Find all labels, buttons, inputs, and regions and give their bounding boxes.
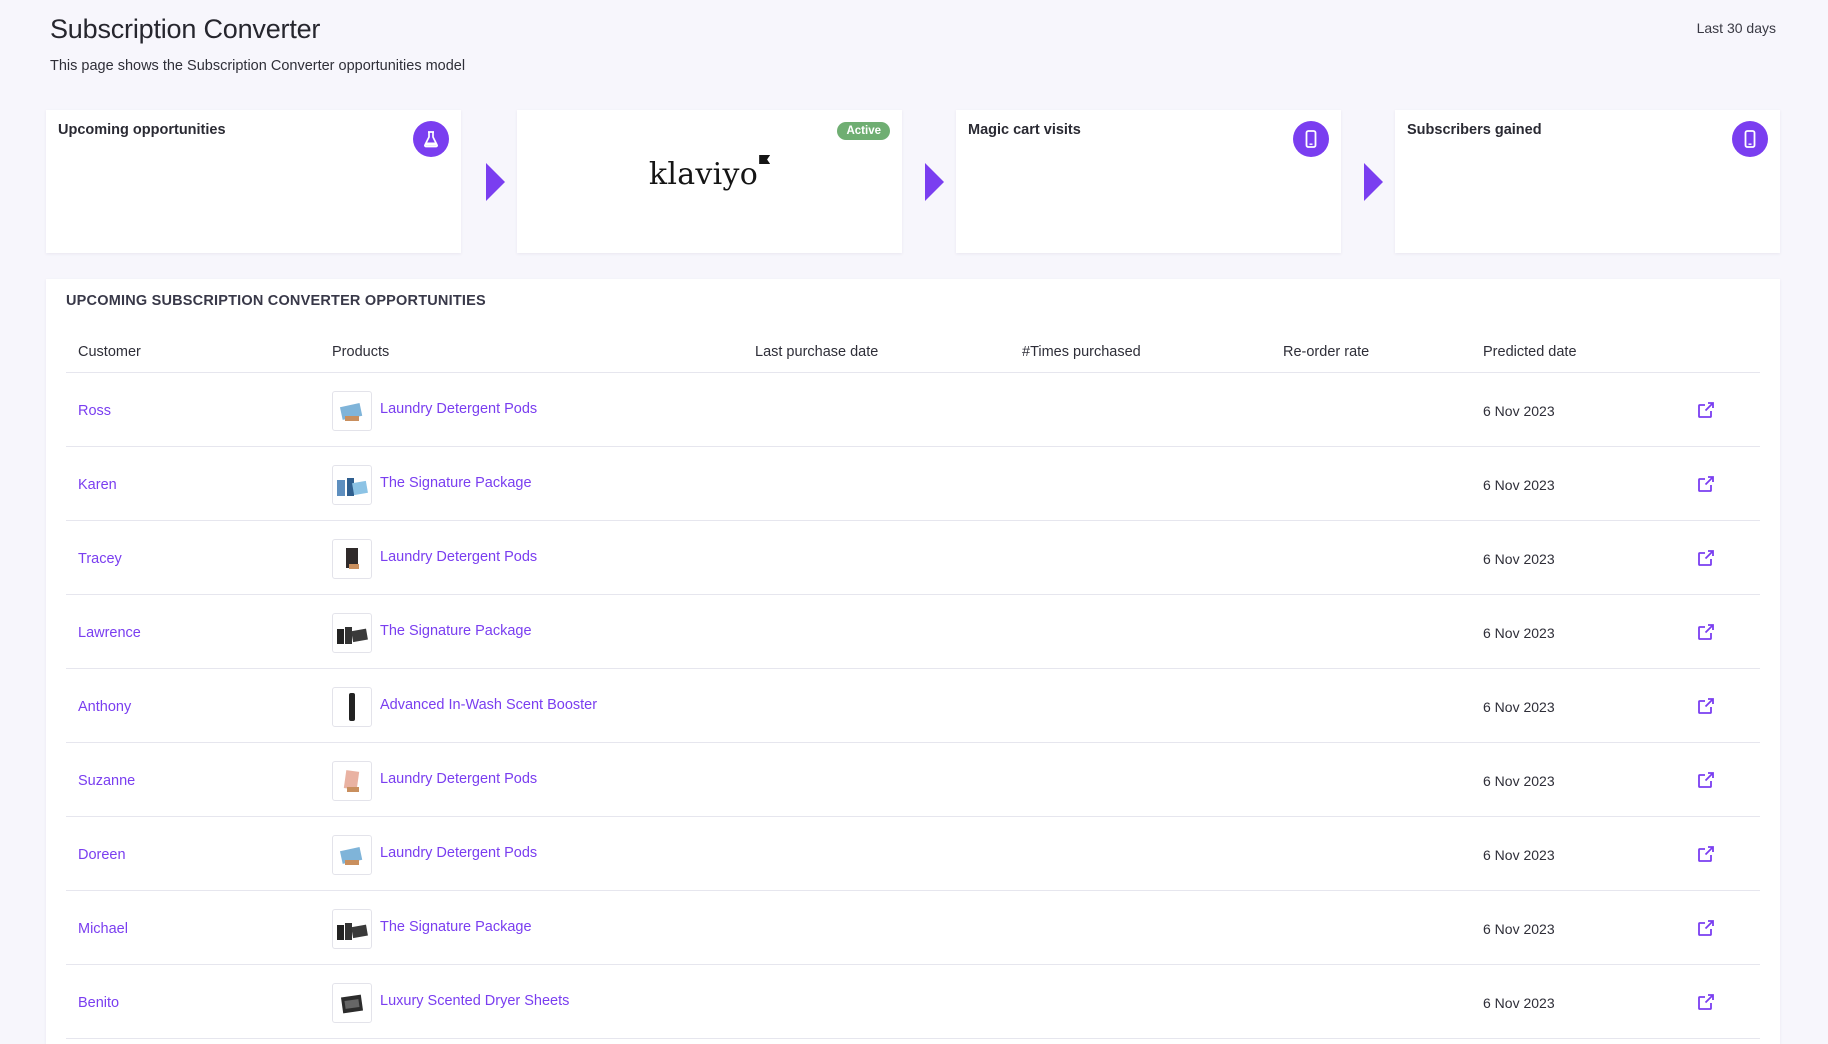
table-row: Benito Luxury Scented Dryer Sheets 6 Nov… bbox=[66, 965, 1760, 1039]
external-link-icon[interactable] bbox=[1697, 697, 1715, 715]
table-row: Ross Laundry Detergent Pods 6 Nov 2023 bbox=[66, 373, 1760, 447]
product-link[interactable]: The Signature Package bbox=[380, 919, 532, 935]
product-thumbnail bbox=[332, 835, 372, 875]
customer-link[interactable]: Doreen bbox=[78, 847, 126, 863]
card-title: Subscribers gained bbox=[1407, 122, 1542, 138]
mobile-icon bbox=[1293, 121, 1329, 157]
product-link[interactable]: Laundry Detergent Pods bbox=[380, 771, 537, 787]
product-link[interactable]: The Signature Package bbox=[380, 475, 532, 491]
date-range-selector[interactable]: Last 30 days bbox=[1697, 20, 1776, 36]
column-header-reorder-rate[interactable]: Re-order rate bbox=[1283, 344, 1369, 360]
product-link[interactable]: Luxury Scented Dryer Sheets bbox=[380, 993, 569, 1009]
customer-link[interactable]: Tracey bbox=[78, 551, 122, 567]
section-title: UPCOMING SUBSCRIPTION CONVERTER OPPORTUN… bbox=[66, 293, 486, 309]
external-link-icon[interactable] bbox=[1697, 623, 1715, 641]
customer-link[interactable]: Anthony bbox=[78, 699, 131, 715]
predicted-date: 6 Nov 2023 bbox=[1483, 921, 1555, 937]
predicted-date: 6 Nov 2023 bbox=[1483, 403, 1555, 419]
flow-arrow-icon bbox=[486, 163, 505, 201]
customer-link[interactable]: Lawrence bbox=[78, 625, 141, 641]
page-subtitle: This page shows the Subscription Convert… bbox=[50, 58, 466, 74]
opportunities-panel: UPCOMING SUBSCRIPTION CONVERTER OPPORTUN… bbox=[46, 279, 1780, 1044]
table-row: Suzanne Laundry Detergent Pods 6 Nov 202… bbox=[66, 743, 1760, 817]
klaviyo-integration-card[interactable]: Active klaviyo bbox=[517, 110, 902, 253]
external-link-icon[interactable] bbox=[1697, 475, 1715, 493]
mobile-icon bbox=[1732, 121, 1768, 157]
flask-icon bbox=[413, 121, 449, 157]
product-thumbnail bbox=[332, 761, 372, 801]
product-thumbnail bbox=[332, 539, 372, 579]
column-header-products[interactable]: Products bbox=[332, 344, 389, 360]
product-thumbnail bbox=[332, 465, 372, 505]
table-row: Michael The Signature Package 6 Nov 2023 bbox=[66, 891, 1760, 965]
product-thumbnail bbox=[332, 909, 372, 949]
product-link[interactable]: Laundry Detergent Pods bbox=[380, 845, 537, 861]
product-thumbnail bbox=[332, 983, 372, 1023]
customer-link[interactable]: Suzanne bbox=[78, 773, 135, 789]
converter-flow: Upcoming opportunities Active klaviyo Ma… bbox=[46, 110, 1780, 253]
product-thumbnail bbox=[332, 613, 372, 653]
flow-arrow-icon bbox=[925, 163, 944, 201]
upcoming-opportunities-card: Upcoming opportunities bbox=[46, 110, 461, 253]
external-link-icon[interactable] bbox=[1697, 401, 1715, 419]
table-row: Karen The Signature Package 6 Nov 2023 bbox=[66, 447, 1760, 521]
external-link-icon[interactable] bbox=[1697, 845, 1715, 863]
table-header: Customer Products Last purchase date #Ti… bbox=[66, 329, 1760, 373]
table-row: Tracey Laundry Detergent Pods 6 Nov 2023 bbox=[66, 521, 1760, 595]
product-link[interactable]: Laundry Detergent Pods bbox=[380, 549, 537, 565]
external-link-icon[interactable] bbox=[1697, 771, 1715, 789]
predicted-date: 6 Nov 2023 bbox=[1483, 995, 1555, 1011]
card-title: Magic cart visits bbox=[968, 122, 1081, 138]
page-header: Subscription Converter This page shows t… bbox=[50, 14, 465, 74]
customer-link[interactable]: Benito bbox=[78, 995, 119, 1011]
page-title: Subscription Converter bbox=[50, 14, 321, 44]
column-header-times-purchased[interactable]: #Times purchased bbox=[1022, 344, 1141, 360]
magic-cart-visits-card: Magic cart visits bbox=[956, 110, 1341, 253]
predicted-date: 6 Nov 2023 bbox=[1483, 477, 1555, 493]
predicted-date: 6 Nov 2023 bbox=[1483, 699, 1555, 715]
opportunities-table: Customer Products Last purchase date #Ti… bbox=[66, 329, 1760, 1039]
external-link-icon[interactable] bbox=[1697, 549, 1715, 567]
product-link[interactable]: The Signature Package bbox=[380, 623, 532, 639]
product-link[interactable]: Advanced In-Wash Scent Booster bbox=[380, 697, 597, 713]
table-body: Ross Laundry Detergent Pods 6 Nov 2023 K… bbox=[66, 373, 1760, 1039]
card-title: Upcoming opportunities bbox=[58, 122, 226, 138]
product-link[interactable]: Laundry Detergent Pods bbox=[380, 401, 537, 417]
column-header-predicted-date[interactable]: Predicted date bbox=[1483, 344, 1577, 360]
predicted-date: 6 Nov 2023 bbox=[1483, 773, 1555, 789]
subscribers-gained-card: Subscribers gained bbox=[1395, 110, 1780, 253]
external-link-icon[interactable] bbox=[1697, 993, 1715, 1011]
klaviyo-logo: klaviyo bbox=[517, 155, 902, 192]
predicted-date: 6 Nov 2023 bbox=[1483, 847, 1555, 863]
status-badge: Active bbox=[837, 122, 890, 140]
customer-link[interactable]: Karen bbox=[78, 477, 117, 493]
customer-link[interactable]: Ross bbox=[78, 403, 111, 419]
flow-arrow-icon bbox=[1364, 163, 1383, 201]
table-row: Lawrence The Signature Package 6 Nov 202… bbox=[66, 595, 1760, 669]
column-header-last-purchase-date[interactable]: Last purchase date bbox=[755, 344, 878, 360]
external-link-icon[interactable] bbox=[1697, 919, 1715, 937]
predicted-date: 6 Nov 2023 bbox=[1483, 551, 1555, 567]
table-row: Anthony Advanced In-Wash Scent Booster 6… bbox=[66, 669, 1760, 743]
predicted-date: 6 Nov 2023 bbox=[1483, 625, 1555, 641]
product-thumbnail bbox=[332, 391, 372, 431]
table-row: Doreen Laundry Detergent Pods 6 Nov 2023 bbox=[66, 817, 1760, 891]
customer-link[interactable]: Michael bbox=[78, 921, 128, 937]
product-thumbnail bbox=[332, 687, 372, 727]
column-header-customer[interactable]: Customer bbox=[78, 344, 141, 360]
